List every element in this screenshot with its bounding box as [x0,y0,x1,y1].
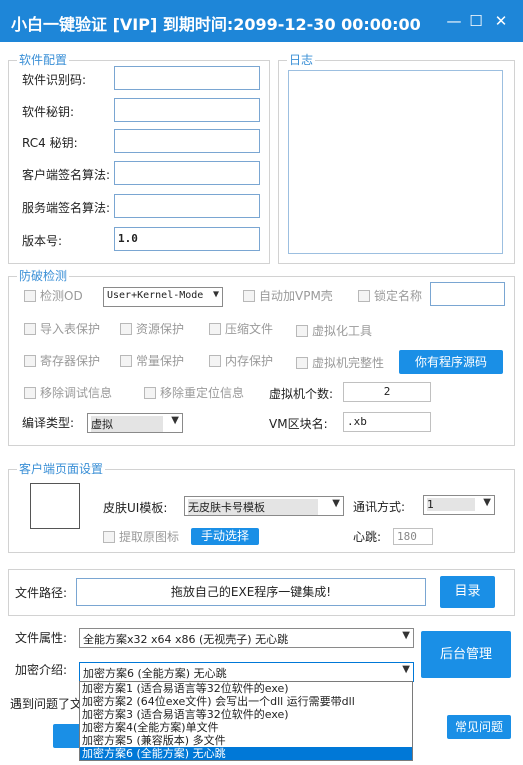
encryption-option-selected[interactable]: 加密方案6 (全能方案) 无心跳 [80,747,412,760]
lock-name-checkbox[interactable] [358,290,370,302]
vm-integrity-checkbox[interactable] [296,357,308,369]
encryption-option[interactable]: 加密方案1 (适合易语言等32位软件的exe) [80,682,412,695]
register-protect-checkbox[interactable] [24,355,36,367]
comm-select[interactable]: 1 ▼ [423,495,495,515]
maximize-icon[interactable]: ☐ [467,12,485,30]
software-id-input[interactable] [114,66,260,90]
encryption-dropdown-list: 加密方案1 (适合易语言等32位软件的exe) 加密方案2 (64位exe文件)… [79,681,413,761]
virtualize-tool-label: 虚拟化工具 [312,324,373,338]
encryption-select[interactable]: 加密方案6 (全能方案) 无心跳 ▼ [79,662,414,682]
remove-debug-checkbox[interactable] [24,387,36,399]
file-attr-value: 全能方案x32 x64 x86 (无视壳子) 无心跳 [83,633,289,646]
lock-name-label: 锁定名称 [374,289,423,303]
backend-manage-button[interactable]: 后台管理 [421,631,511,678]
import-protect-label: 导入表保护 [40,322,101,336]
version-label: 版本号: [22,234,63,248]
server-sign-label: 服务端签名算法: [22,201,111,215]
client-sign-label: 客户端签名算法: [22,168,111,182]
skin-select[interactable]: 无皮肤卡号模板 ▼ [184,496,344,516]
log-textarea[interactable] [288,70,503,254]
icon-preview[interactable] [30,483,80,529]
vm-section-input[interactable]: .xb [343,412,431,432]
client-ui-legend: 客户端页面设置 [17,462,106,476]
protection-legend: 防破检测 [17,269,70,283]
minimize-icon[interactable]: — [445,12,463,30]
software-id-label: 软件识别码: [22,73,87,87]
resource-protect-label: 资源保护 [136,322,185,336]
extract-icon-label: 提取原图标 [119,530,180,544]
software-key-input[interactable] [114,98,260,122]
rc4-key-label: RC4 秘钥: [22,136,78,150]
mode-select-value: User+Kernel-Mode [107,290,204,301]
compress-file-label: 压缩文件 [225,322,274,336]
memory-protect-label: 内存保护 [225,354,274,368]
file-path-label: 文件路径: [15,586,68,600]
encryption-option[interactable]: 加密方案4(全能方案)单文件 [80,721,412,734]
encryption-option[interactable]: 加密方案2 (64位exe文件) 会写出一个dll 运行需要带dll [80,695,412,708]
file-path-input[interactable]: 拖放自己的EXE程序一键集成! [76,578,426,606]
rc4-key-input[interactable] [114,129,260,153]
comm-value: 1 [427,498,475,511]
software-config-legend: 软件配置 [17,53,70,67]
encryption-value: 加密方案6 (全能方案) 无心跳 [83,667,227,680]
encryption-label: 加密介绍: [15,663,68,677]
memory-protect-checkbox[interactable] [209,355,221,367]
compile-type-select[interactable]: 虚拟 ▼ [87,413,183,433]
remove-reloc-label: 移除重定位信息 [160,386,245,400]
encryption-option[interactable]: 加密方案5 (兼容版本) 多文件 [80,734,412,747]
chevron-down-icon: ▼ [171,415,179,426]
vm-section-label: VM区块名: [269,417,328,431]
lock-name-input[interactable] [430,282,505,306]
constant-protect-checkbox[interactable] [120,355,132,367]
vm-integrity-label: 虚拟机完整性 [312,356,385,370]
encryption-option[interactable]: 加密方案3 (适合易语言等32位软件的exe) [80,708,412,721]
comm-label: 通讯方式: [353,500,406,514]
chevron-down-icon: ▼ [483,497,491,508]
remove-reloc-checkbox[interactable] [144,387,156,399]
chevron-down-icon: ▼ [402,630,410,641]
mode-select[interactable]: User+Kernel-Mode ▼ [103,287,223,307]
software-key-label: 软件秘钥: [22,105,75,119]
register-protect-label: 寄存器保护 [40,354,101,368]
skin-label: 皮肤UI模板: [103,501,168,515]
file-attr-label: 文件属性: [15,631,68,645]
heartbeat-input[interactable]: 180 [393,528,433,545]
vm-count-label: 虚拟机个数: [269,387,334,401]
source-code-button[interactable]: 你有程序源码 [399,350,503,374]
compile-type-value: 虚拟 [91,416,163,432]
chevron-down-icon: ▼ [212,289,219,300]
remove-debug-label: 移除调试信息 [40,386,113,400]
extract-icon-checkbox[interactable] [103,531,115,543]
compile-type-label: 编译类型: [22,416,75,430]
client-sign-input[interactable] [114,161,260,185]
compress-file-checkbox[interactable] [209,323,221,335]
server-sign-input[interactable] [114,194,260,218]
close-icon[interactable]: ✕ [492,12,510,30]
window-title: 小白一键验证 [VIP] 到期时间:2099-12-30 00:00:00 [11,15,421,34]
constant-protect-label: 常量保护 [136,354,185,368]
heartbeat-label: 心跳: [353,530,382,544]
auto-vmp-checkbox[interactable] [243,290,255,302]
problem-text: 遇到问题了文 [10,697,83,711]
skin-value: 无皮肤卡号模板 [188,499,318,515]
vm-count-input[interactable]: 2 [343,382,431,402]
detect-od-label: 检测OD [40,289,83,303]
import-protect-checkbox[interactable] [24,323,36,335]
faq-button[interactable]: 常见问题 [447,715,511,739]
file-attr-select[interactable]: 全能方案x32 x64 x86 (无视壳子) 无心跳 ▼ [79,628,414,648]
detect-od-checkbox[interactable] [24,290,36,302]
auto-vmp-label: 自动加VPM壳 [259,289,333,303]
directory-button[interactable]: 目录 [440,576,495,608]
version-input[interactable]: 1.0 [114,227,260,251]
virtualize-tool-checkbox[interactable] [296,325,308,337]
resource-protect-checkbox[interactable] [120,323,132,335]
log-legend: 日志 [287,53,316,67]
chevron-down-icon: ▼ [402,664,410,675]
chevron-down-icon: ▼ [332,498,340,509]
manual-select-button[interactable]: 手动选择 [191,528,259,545]
